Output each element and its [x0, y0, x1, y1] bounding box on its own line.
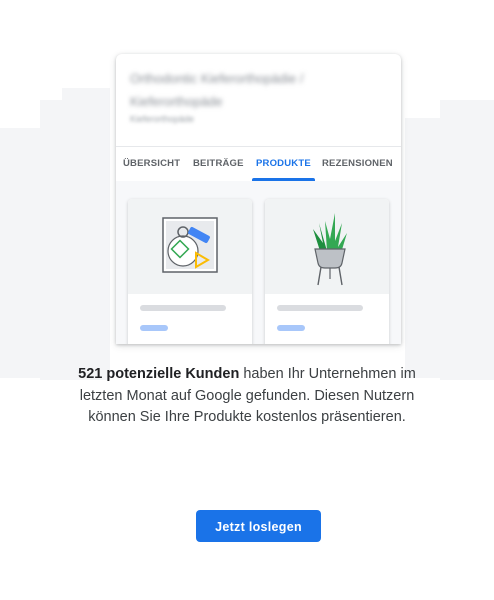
get-started-button[interactable]: Jetzt loslegen	[196, 510, 321, 542]
tab-overview[interactable]: ÜBERSICHT	[123, 147, 180, 181]
business-name: Orthodontic Kieferorthopädie / Kieferort…	[130, 71, 304, 109]
product-image	[265, 199, 389, 294]
product-image	[128, 199, 252, 294]
promo-message: 521 potenzielle Kunden haben Ihr Unterne…	[60, 364, 434, 429]
abstract-shapes-icon	[162, 217, 218, 273]
product-title-placeholder	[140, 305, 226, 311]
potted-plant-icon	[313, 213, 347, 286]
customer-count-highlight: 521 potenzielle Kunden	[78, 366, 240, 382]
product-card[interactable]	[265, 199, 389, 344]
business-listing-card: Orthodontic Kieferorthopädie / Kieferort…	[116, 54, 401, 344]
listing-header: Orthodontic Kieferorthopädie / Kieferort…	[116, 54, 401, 146]
listing-tabs: ÜBERSICHT BEITRÄGE PRODUKTE REZENSIONEN	[116, 146, 401, 182]
product-title-placeholder	[277, 305, 363, 311]
business-category: Kieferorthopäde	[130, 114, 195, 124]
product-card[interactable]	[128, 199, 252, 344]
tab-products[interactable]: PRODUKTE	[252, 147, 315, 181]
product-price-placeholder	[277, 325, 305, 331]
tab-posts[interactable]: BEITRÄGE	[193, 147, 244, 181]
tab-reviews[interactable]: REZENSIONEN	[322, 147, 393, 181]
product-price-placeholder	[140, 325, 168, 331]
products-grid	[116, 181, 401, 344]
